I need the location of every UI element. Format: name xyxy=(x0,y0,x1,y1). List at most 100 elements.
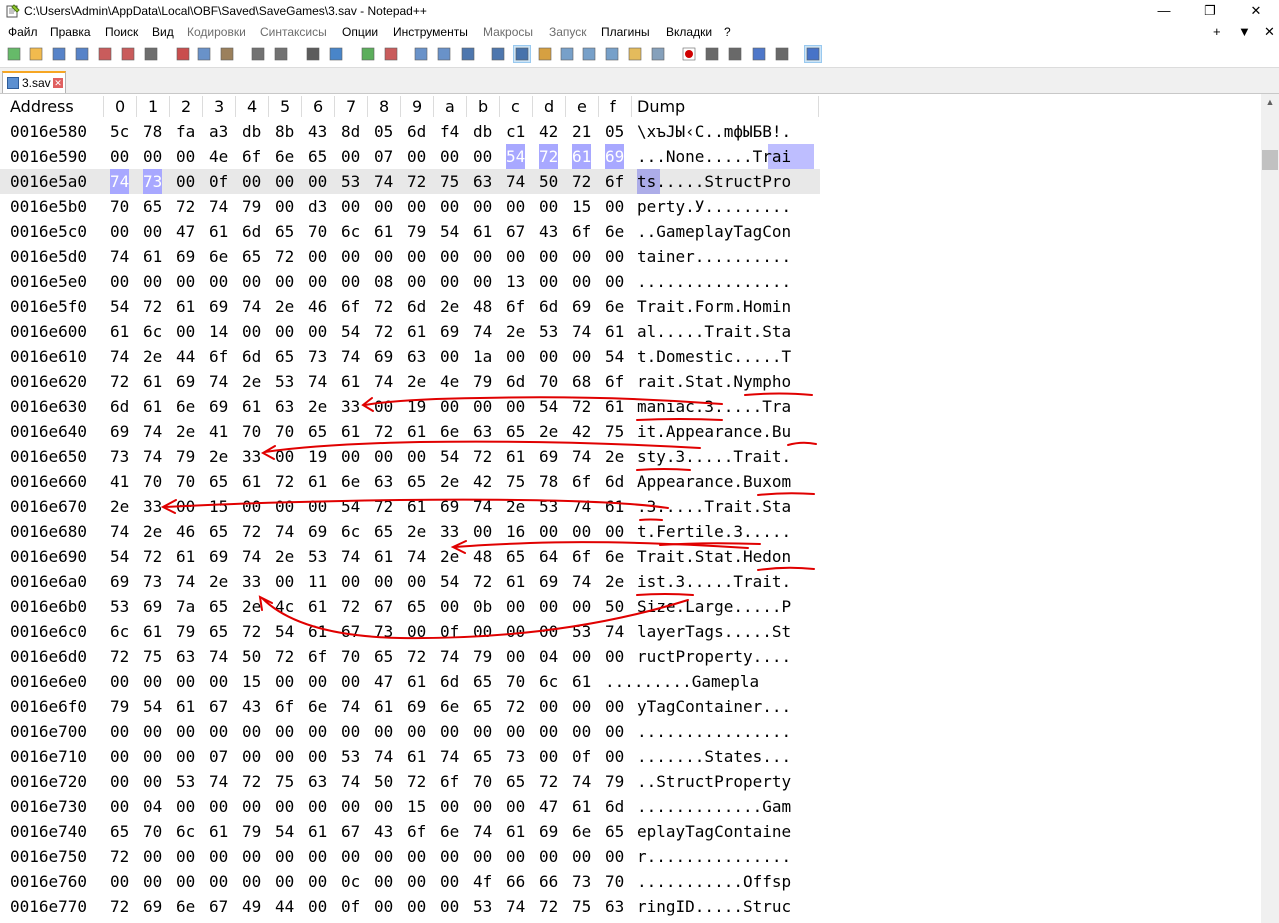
byte-cell[interactable]: 63 xyxy=(275,394,294,419)
dump-cell[interactable]: layerTags.....St xyxy=(637,619,791,644)
save-all-icon[interactable] xyxy=(74,46,90,62)
byte-cell[interactable]: 00 xyxy=(143,719,162,744)
byte-cell[interactable]: 65 xyxy=(473,744,492,769)
byte-cell[interactable]: 54 xyxy=(275,619,294,644)
byte-cell[interactable]: 00 xyxy=(440,594,459,619)
restore-button[interactable]: ❐ xyxy=(1187,0,1233,22)
address-cell[interactable]: 0016e660 xyxy=(10,469,87,494)
byte-cell[interactable]: 19 xyxy=(407,394,426,419)
byte-cell[interactable]: 50 xyxy=(605,594,624,619)
byte-cell[interactable]: 69 xyxy=(374,344,393,369)
byte-cell[interactable]: 00 xyxy=(440,844,459,869)
byte-cell[interactable]: 00 xyxy=(572,694,591,719)
byte-cell[interactable]: 00 xyxy=(605,694,624,719)
address-cell[interactable]: 0016e680 xyxy=(10,519,87,544)
byte-cell[interactable]: 54 xyxy=(143,694,162,719)
dump-cell[interactable]: perty.У......... xyxy=(637,194,791,219)
byte-cell[interactable]: 00 xyxy=(572,644,591,669)
byte-cell[interactable]: 2e xyxy=(440,469,459,494)
byte-cell[interactable]: 00 xyxy=(275,169,294,194)
byte-cell[interactable]: 63 xyxy=(308,769,327,794)
byte-cell[interactable]: 00 xyxy=(176,844,195,869)
byte-cell[interactable]: 70 xyxy=(506,669,525,694)
byte-cell[interactable]: 00 xyxy=(407,869,426,894)
header-col[interactable]: 2 xyxy=(181,94,191,119)
save-macro-icon[interactable] xyxy=(774,46,790,62)
byte-cell[interactable]: 6e xyxy=(308,694,327,719)
byte-cell[interactable]: 61 xyxy=(572,669,591,694)
byte-cell[interactable]: 54 xyxy=(539,394,558,419)
replace-icon[interactable] xyxy=(328,46,344,62)
header-col[interactable]: 7 xyxy=(346,94,356,119)
byte-cell[interactable]: 00 xyxy=(275,844,294,869)
byte-cell[interactable]: 74 xyxy=(341,344,360,369)
byte-cell[interactable]: 00 xyxy=(506,644,525,669)
byte-cell[interactable]: 00 xyxy=(374,244,393,269)
menu-item[interactable]: Опции xyxy=(342,25,378,39)
byte-cell[interactable]: 00 xyxy=(341,794,360,819)
menu-item[interactable]: Вид xyxy=(152,25,174,39)
byte-cell[interactable]: 69 xyxy=(539,819,558,844)
byte-cell[interactable]: 70 xyxy=(473,769,492,794)
byte-cell[interactable]: 00 xyxy=(605,744,624,769)
byte-cell[interactable]: 48 xyxy=(473,544,492,569)
byte-cell[interactable]: 00 xyxy=(242,794,261,819)
byte-cell[interactable]: 00 xyxy=(605,719,624,744)
byte-cell[interactable]: 79 xyxy=(110,694,129,719)
byte-cell[interactable]: 00 xyxy=(242,319,261,344)
byte-cell[interactable]: 2e xyxy=(506,494,525,519)
byte-cell[interactable]: 00 xyxy=(473,269,492,294)
header-col[interactable]: 1 xyxy=(148,94,158,119)
menu-item[interactable]: Поиск xyxy=(105,25,138,39)
byte-cell[interactable]: 61 xyxy=(176,544,195,569)
byte-cell[interactable]: 73 xyxy=(143,569,162,594)
byte-cell[interactable]: 00 xyxy=(605,644,624,669)
byte-cell[interactable]: 07 xyxy=(209,744,228,769)
byte-cell[interactable]: 74 xyxy=(242,294,261,319)
byte-cell[interactable]: 2e xyxy=(242,369,261,394)
header-dump[interactable]: Dump xyxy=(637,94,685,119)
menu-item[interactable]: Инструменты xyxy=(393,25,468,39)
doc-map-icon[interactable] xyxy=(581,46,597,62)
byte-cell[interactable]: 74 xyxy=(143,419,162,444)
hex-view-icon[interactable] xyxy=(513,45,531,63)
byte-cell[interactable]: 72 xyxy=(110,369,129,394)
byte-cell[interactable]: 53 xyxy=(275,369,294,394)
record-macro-icon[interactable] xyxy=(681,46,697,62)
byte-cell[interactable]: 00 xyxy=(539,619,558,644)
byte-cell[interactable]: 6c xyxy=(110,619,129,644)
byte-cell[interactable]: 00 xyxy=(143,669,162,694)
byte-cell[interactable]: 00 xyxy=(539,344,558,369)
byte-cell[interactable]: 72 xyxy=(341,594,360,619)
byte-cell[interactable]: 00 xyxy=(539,519,558,544)
byte-cell[interactable]: 61 xyxy=(506,444,525,469)
byte-cell[interactable]: 74 xyxy=(110,344,129,369)
tab-list-icon[interactable]: ▼ xyxy=(1238,24,1251,39)
byte-cell[interactable]: 61 xyxy=(407,419,426,444)
byte-cell[interactable]: a3 xyxy=(209,119,228,144)
dump-cell[interactable]: yTagContainer... xyxy=(637,694,791,719)
byte-cell[interactable]: 65 xyxy=(605,819,624,844)
byte-cell[interactable]: 00 xyxy=(539,719,558,744)
byte-cell[interactable]: 67 xyxy=(341,819,360,844)
address-cell[interactable]: 0016e5f0 xyxy=(10,294,87,319)
byte-cell[interactable]: 74 xyxy=(605,619,624,644)
byte-cell[interactable]: 00 xyxy=(605,269,624,294)
new-file-icon[interactable] xyxy=(6,46,22,62)
byte-cell[interactable]: 00 xyxy=(176,869,195,894)
byte-cell[interactable]: 74 xyxy=(176,569,195,594)
byte-cell[interactable]: 00 xyxy=(407,269,426,294)
byte-cell[interactable]: 70 xyxy=(605,869,624,894)
byte-cell[interactable]: 53 xyxy=(539,319,558,344)
byte-cell[interactable]: 47 xyxy=(539,794,558,819)
byte-cell[interactable]: 74 xyxy=(572,569,591,594)
byte-cell[interactable]: 15 xyxy=(572,194,591,219)
find-icon[interactable] xyxy=(305,46,321,62)
header-address[interactable]: Address xyxy=(10,94,74,119)
address-cell[interactable]: 0016e6f0 xyxy=(10,694,87,719)
byte-cell[interactable]: 33 xyxy=(341,394,360,419)
byte-cell[interactable]: 72 xyxy=(242,619,261,644)
byte-cell[interactable]: 65 xyxy=(209,469,228,494)
byte-cell[interactable]: 72 xyxy=(407,769,426,794)
byte-cell[interactable]: 61 xyxy=(110,319,129,344)
